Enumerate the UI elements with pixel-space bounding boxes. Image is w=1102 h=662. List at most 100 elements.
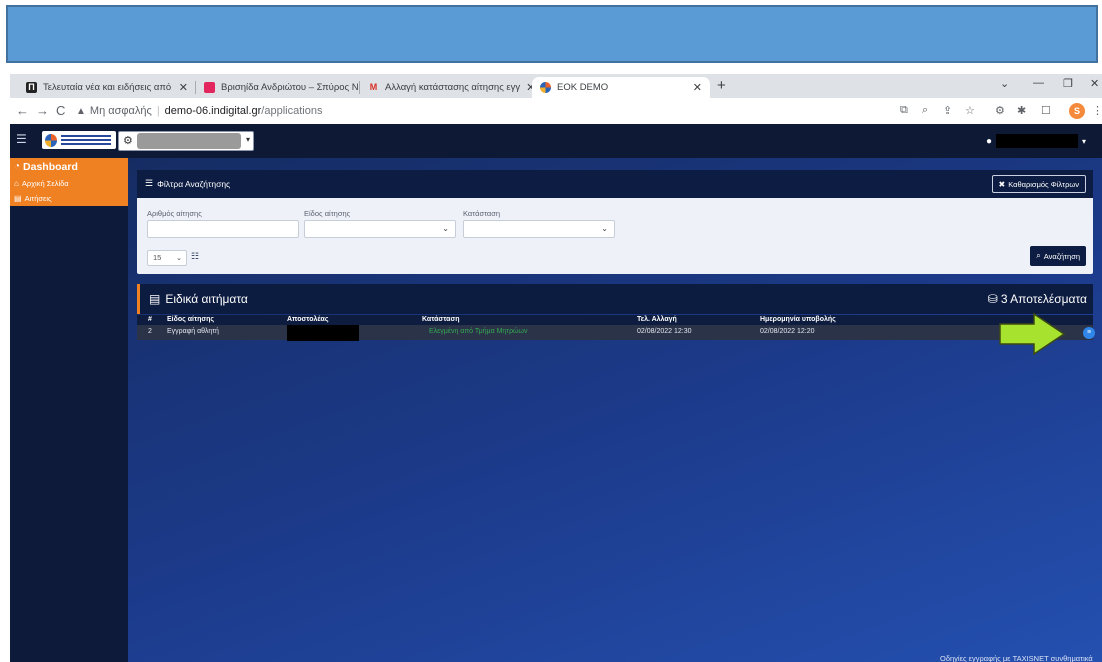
document-icon: ▤	[14, 194, 22, 203]
cell-status: Ελεγμένη από Τμήμα Μητρώων	[429, 328, 528, 335]
logo-emblem	[45, 133, 57, 147]
back-icon[interactable]: ←	[16, 103, 29, 118]
sidebar-item-label: Αρχική Σελίδα	[21, 178, 69, 188]
new-tab-icon[interactable]: +	[717, 77, 726, 94]
hamburger-menu-icon[interactable]: ☰	[16, 132, 30, 146]
sidebar-item-label: Αιτήσεις	[24, 194, 52, 203]
application-type-label: Είδος αίτησης	[304, 209, 351, 218]
share-icon[interactable]: ⇪	[943, 104, 952, 117]
clear-filters-button[interactable]: ✖ Καθαρισμός Φίλτρων	[991, 175, 1086, 193]
results-title: ▤ Ειδικά αιτήματα	[149, 292, 248, 306]
tab-title: Αλλαγή κατάστασης αίτησης εγγ	[385, 82, 521, 93]
tab-close-icon[interactable]: ✕	[173, 81, 188, 94]
column-header-sender[interactable]: Αποστολέας	[287, 316, 328, 323]
dashboard-icon: ◔	[14, 161, 21, 172]
news-favicon: Π	[26, 82, 37, 93]
search-filters-panel: ☰ Φίλτρα Αναζήτησης ✖ Καθαρισμός Φίλτρων…	[137, 170, 1093, 274]
tab-search-icon[interactable]: ⌄	[1000, 77, 1009, 90]
tab-title: EOK DEMO	[557, 82, 609, 93]
browser-tab-eok-demo[interactable]: EOK DEMO ✕	[532, 77, 710, 98]
cell-type: Εγγραφή αθλητή	[167, 328, 219, 335]
application-type-select[interactable]: ⌄	[304, 220, 456, 238]
application-number-label: Αριθμός αίτησης	[147, 209, 202, 218]
taxisnet-instructions-link[interactable]: Οδηγίες εγγραφής με TAXISNET συνθηματικά	[940, 654, 1093, 662]
cell-submitted: 02/08/2022 12:20	[760, 328, 815, 335]
filters-title-text: Φίλτρα Αναζήτησης	[157, 178, 231, 189]
extension-icon[interactable]: ⚙	[995, 104, 1005, 117]
search-label: Αναζήτηση	[1043, 251, 1080, 261]
tab-close-icon[interactable]: ✕	[687, 81, 702, 94]
caret-down-icon: ▾	[245, 135, 250, 144]
url-divider: |	[156, 105, 160, 117]
organization-selector[interactable]: ⚙ ▾	[118, 131, 254, 151]
caret-down-icon: ▾	[1082, 136, 1087, 146]
tab-title: Βρισηίδα Ανδριώτου – Σπύρος Ν	[221, 82, 359, 93]
menu-icon[interactable]: ⋮	[1092, 104, 1102, 117]
page-viewport: ☰ ⚙ ▾ ● ▾ ◔ Dashboard ⌂ Αρχική Σελίδα ▤ …	[10, 124, 1102, 662]
home-icon: ⌂	[14, 178, 19, 188]
user-icon: ●	[986, 135, 993, 147]
chevron-down-icon: ⌄	[442, 224, 449, 233]
filters-title: ☰ Φίλτρα Αναζήτησης	[145, 178, 230, 189]
browser-tab-news[interactable]: Π Τελευταία νέα και ειδήσεις από ✕	[18, 77, 196, 98]
url-path: /applications	[261, 105, 323, 117]
list-box-icon: ▤	[149, 292, 161, 306]
reload-icon[interactable]: C	[56, 103, 65, 118]
browser-tab-music[interactable]: Βρισηίδα Ανδριώτου – Σπύρος Ν ✕	[196, 77, 360, 98]
browser-window: Π Τελευταία νέα και ειδήσεις από ✕ Βριση…	[10, 74, 1102, 662]
page-size-select[interactable]: 15 ⌄	[147, 250, 187, 266]
gear-icon: ⚙	[123, 135, 133, 147]
database-icon: ⛁	[987, 292, 998, 306]
results-count: ⛁ 3 Αποτελέσματα	[988, 292, 1087, 306]
table-header: # Είδος αίτησης Αποστολέας Κατάσταση Τελ…	[137, 315, 1093, 325]
results-header: ▤ Ειδικά αιτήματα ⛁ 3 Αποτελέσματα	[137, 284, 1093, 314]
search-button[interactable]: ⌕ Αναζήτηση	[1030, 246, 1086, 266]
results-count-text: 3 Αποτελέσματα	[1000, 292, 1087, 306]
status-select[interactable]: ⌄	[463, 220, 615, 238]
cell-last-change: 02/08/2022 12:30	[637, 328, 692, 335]
user-menu[interactable]: ● ▾	[986, 133, 1086, 149]
translate-icon[interactable]: ⧉	[900, 104, 908, 117]
federation-logo[interactable]	[42, 131, 116, 149]
results-title-text: Ειδικά αιτήματα	[165, 292, 248, 306]
forward-icon[interactable]: →	[36, 103, 49, 118]
redacted-sender	[287, 325, 359, 341]
filters-header: ☰ Φίλτρα Αναζήτησης ✖ Καθαρισμός Φίλτρων	[137, 170, 1093, 198]
warning-icon: ▲	[76, 105, 86, 117]
top-banner	[6, 5, 1098, 63]
redacted-username	[996, 134, 1079, 148]
puzzle-icon[interactable]: ✱	[1017, 104, 1026, 117]
sidebar-item-applications[interactable]: ▤ Αιτήσεις	[10, 191, 128, 206]
browser-tab-gmail[interactable]: M Αλλαγή κατάστασης αίτησης εγγ ✕	[360, 77, 532, 98]
sidebar-item-home[interactable]: ⌂ Αρχική Σελίδα	[10, 175, 128, 191]
x-icon: ✖	[998, 179, 1006, 189]
browser-toolbar: ← → C ▲ Μη ασφαλής | demo-06.indigital.g…	[10, 98, 1102, 124]
sidebar-item-dashboard[interactable]: ◔ Dashboard	[10, 158, 128, 175]
application-number-input[interactable]	[147, 220, 299, 238]
chevron-down-icon: ⌄	[601, 224, 608, 233]
table-row[interactable]: 2 Εγγραφή αθλητή Ελεγμένη από Τμήμα Μητρ…	[137, 325, 1095, 341]
column-header-last-change[interactable]: Τελ. Αλλαγή	[637, 316, 677, 323]
column-header-submitted[interactable]: Ημερομηνία υποβολής	[760, 316, 836, 323]
chevron-down-icon: ⌄	[176, 255, 182, 262]
column-header-type[interactable]: Είδος αίτησης	[167, 316, 214, 323]
address-bar[interactable]: ▲ Μη ασφαλής | demo-06.indigital.gr /app…	[76, 101, 896, 121]
redacted-organization	[137, 133, 241, 149]
minimize-icon[interactable]: —	[1033, 77, 1044, 89]
logo-wordmark	[61, 135, 111, 145]
column-header-status[interactable]: Κατάσταση	[422, 316, 460, 323]
tab-title: Τελευταία νέα και ειδήσεις από	[43, 82, 172, 93]
bookmark-star-icon[interactable]: ☆	[965, 104, 975, 117]
column-header-num: #	[148, 316, 152, 323]
window-close-icon[interactable]: ✕	[1090, 77, 1099, 90]
sidepanel-icon[interactable]: ☐	[1041, 104, 1051, 117]
url-host: demo-06.indigital.gr	[164, 105, 262, 117]
tab-close-icon[interactable]: ✕	[520, 81, 532, 94]
profile-avatar[interactable]: S	[1069, 103, 1085, 119]
music-favicon	[204, 82, 215, 93]
pointer-arrow-icon	[999, 312, 1066, 356]
insecure-label: Μη ασφαλής	[89, 105, 152, 117]
view-details-icon[interactable]: ≡	[1083, 327, 1095, 339]
zoom-icon[interactable]: ⌕	[922, 104, 928, 117]
maximize-icon[interactable]: ❐	[1063, 77, 1073, 90]
